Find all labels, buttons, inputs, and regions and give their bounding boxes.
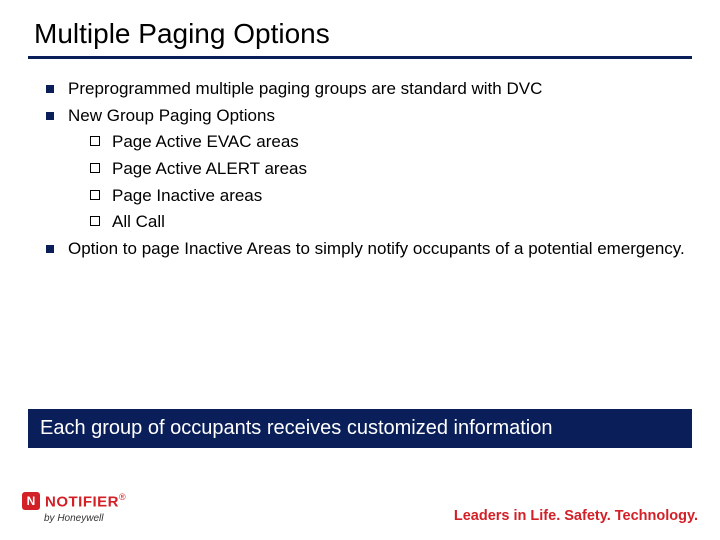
slide: Multiple Paging Options Preprogrammed mu… (0, 0, 720, 540)
bullet-item: New Group Paging Options Page Active EVA… (40, 104, 692, 235)
brand: N NOTIFIER® (22, 492, 126, 511)
bullet-item: Option to page Inactive Areas to simply … (40, 237, 692, 262)
sub-bullet-item: Page Inactive areas (86, 184, 692, 209)
sub-bullet-item: All Call (86, 210, 692, 235)
brand-mark-icon: N (22, 492, 40, 510)
sub-bullet-list: Page Active EVAC areas Page Active ALERT… (86, 130, 692, 235)
sub-bullet-text: Page Active ALERT areas (112, 159, 307, 178)
brand-name-text: NOTIFIER (45, 493, 119, 510)
footer: N NOTIFIER® by Honeywell Leaders in Life… (22, 492, 698, 524)
sub-bullet-item: Page Active EVAC areas (86, 130, 692, 155)
registered-mark: ® (119, 492, 126, 502)
sub-bullet-text: Page Active EVAC areas (112, 132, 299, 151)
bullet-text: Option to page Inactive Areas to simply … (68, 239, 685, 258)
banner-text: Each group of occupants receives customi… (40, 417, 553, 439)
bullet-item: Preprogrammed multiple paging groups are… (40, 77, 692, 102)
bullet-text: New Group Paging Options (68, 106, 275, 125)
sub-bullet-item: Page Active ALERT areas (86, 157, 692, 182)
slide-title: Multiple Paging Options (34, 18, 692, 50)
sub-bullet-text: Page Inactive areas (112, 186, 262, 205)
bullet-text: Preprogrammed multiple paging groups are… (68, 79, 542, 98)
sub-bullet-text: All Call (112, 212, 165, 231)
brand-name: NOTIFIER® (45, 492, 126, 511)
logo: N NOTIFIER® by Honeywell (22, 492, 126, 524)
highlight-banner: Each group of occupants receives customi… (28, 409, 692, 448)
content-area: Preprogrammed multiple paging groups are… (40, 77, 692, 261)
brand-byline: by Honeywell (44, 513, 103, 524)
tagline: Leaders in Life. Safety. Technology. (454, 508, 698, 524)
bullet-list: Preprogrammed multiple paging groups are… (40, 77, 692, 261)
title-rule (28, 56, 692, 59)
